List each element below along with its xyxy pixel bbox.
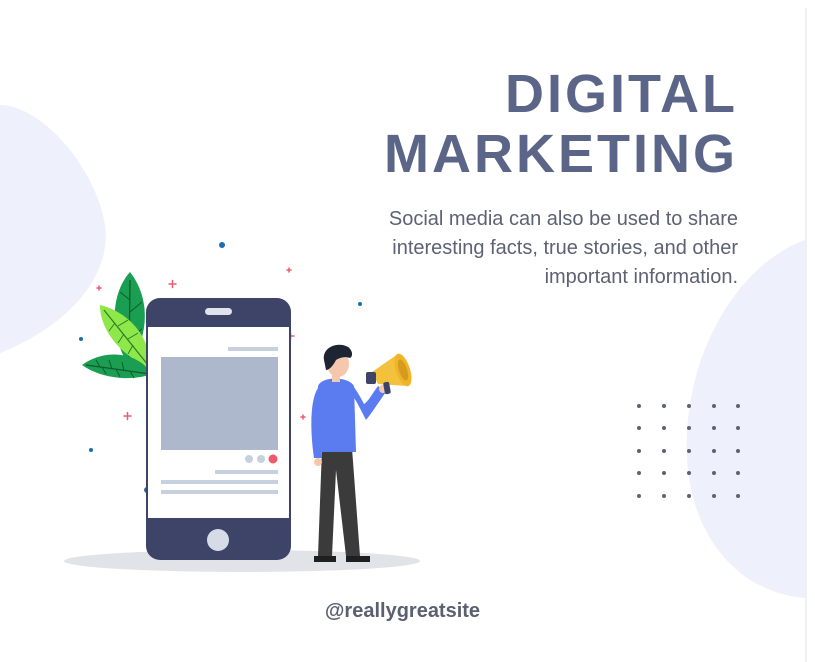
megaphone-icon: [366, 353, 412, 395]
marketing-illustration: [64, 242, 420, 572]
poster: DIGITAL MARKETING Social media can also …: [0, 0, 815, 662]
phone-icon: [146, 298, 291, 560]
website-handle: @reallygreatsite: [324, 600, 481, 622]
leaf-icon: [82, 272, 152, 379]
page-gutter: [807, 0, 815, 662]
